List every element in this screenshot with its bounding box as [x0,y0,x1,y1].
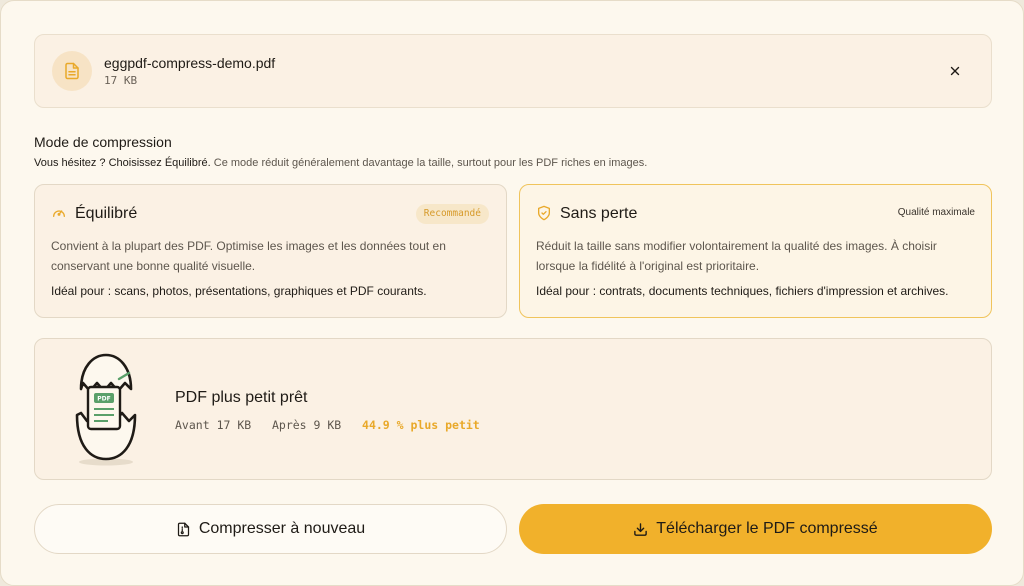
file-text-icon [52,51,92,91]
after-size: 9 KB [313,418,342,432]
result-title: PDF plus petit prêt [175,389,308,406]
hint-rest: Ce mode réduit généralement davantage la… [210,157,648,169]
mode-title: Équilibré [75,205,138,222]
download-button[interactable]: Télécharger le PDF compressé [519,504,992,554]
compression-mode-title: Mode de compression [34,134,172,150]
size-comparison: Avant 17 KB Après 9 KB 44.9 % plus petit [175,418,480,432]
mode-ideal-for: Idéal pour : contrats, documents techniq… [536,284,949,298]
recommended-badge: Recommandé [415,204,489,224]
mode-ideal-for: Idéal pour : scans, photos, présentation… [51,284,427,298]
quality-tag: Qualité maximale [897,207,975,218]
mode-card-balanced[interactable]: Équilibré Recommandé Convient à la plupa… [34,184,507,318]
egg-pdf-illustration: PDF [75,353,137,466]
file-name: eggpdf-compress-demo.pdf [104,55,276,71]
hint-strong: Vous hésitez ? Choisissez Équilibré. [34,157,211,169]
download-label: Télécharger le PDF compressé [656,520,878,537]
before-label: Avant [175,418,210,432]
size-reduction: 44.9 % plus petit [362,418,480,432]
recompress-label: Compresser à nouveau [198,520,366,537]
mode-card-lossless[interactable]: Sans perte Qualité maximale Réduit la ta… [519,184,992,318]
gauge-icon [53,210,65,217]
result-card: PDF PDF plus petit prêt Avant 17 KB Aprè… [34,338,992,480]
mode-description: Réduit la taille sans modifier volontair… [536,239,937,273]
mode-title: Sans perte [560,205,638,222]
shield-check-icon [538,205,550,221]
compression-mode-hint: Vous hésitez ? Choisissez Équilibré. Ce … [34,157,647,169]
file-archive-icon [177,522,189,536]
compress-result-panel: eggpdf-compress-demo.pdf 17 KB Mode de c… [0,0,1024,586]
after-label: Après [271,418,307,432]
illustration-label: PDF [97,396,110,403]
download-icon [634,522,648,536]
close-icon [950,66,960,76]
remove-file-button[interactable] [943,59,967,83]
before-size: 17 KB [216,418,252,432]
mode-description: Convient à la plupart des PDF. Optimise … [51,239,446,273]
file-size: 17 KB [104,74,138,87]
recompress-button[interactable]: Compresser à nouveau [34,504,507,554]
file-card: eggpdf-compress-demo.pdf 17 KB [34,34,992,108]
